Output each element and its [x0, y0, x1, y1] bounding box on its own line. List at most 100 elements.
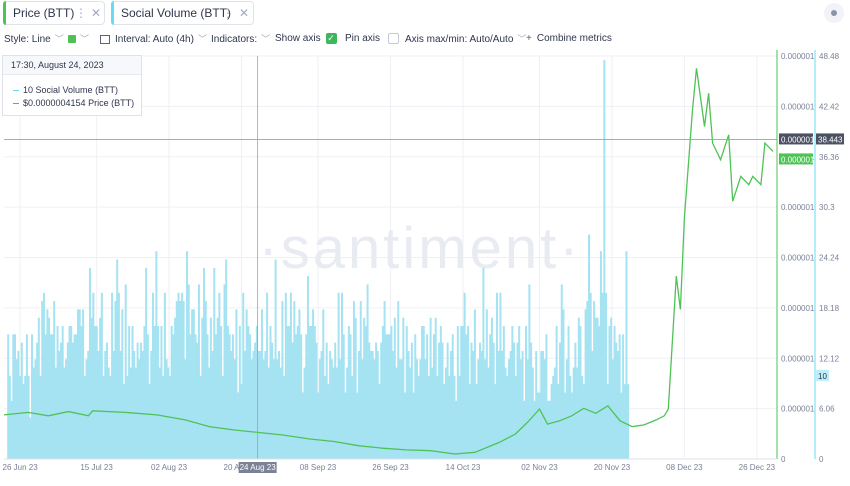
volume-bar	[153, 325, 156, 459]
volume-bar	[359, 301, 362, 459]
volume-bar	[325, 342, 328, 459]
volume-bar	[344, 392, 347, 459]
volume-bar	[208, 367, 211, 459]
volume-bar	[201, 317, 204, 459]
volume-bar	[61, 325, 64, 459]
volume-bar	[85, 359, 88, 459]
volume-bar	[141, 350, 144, 459]
volume-bar	[46, 309, 49, 459]
volume-bar	[213, 267, 216, 459]
volume-bar	[44, 334, 47, 459]
volume-bar	[146, 334, 149, 459]
volume-bar	[73, 334, 76, 459]
volume-bar	[83, 375, 86, 459]
volume-bar	[7, 334, 10, 459]
volume-bar	[414, 334, 417, 459]
volume-bar	[259, 350, 262, 459]
volume-bar	[102, 375, 105, 459]
volume-bar	[460, 325, 463, 459]
volume-bar	[24, 375, 27, 459]
volume-bar	[410, 342, 413, 459]
x-tick-label: 08 Sep 23	[300, 463, 337, 472]
volume-bar	[148, 384, 151, 459]
volume-bar	[36, 342, 39, 459]
volume-bar	[588, 234, 591, 459]
volume-bar	[34, 359, 37, 459]
volume-bar	[138, 359, 141, 459]
volume-bar	[351, 375, 354, 459]
volume-bar	[387, 334, 390, 459]
volume-bar	[358, 350, 361, 459]
volume-bar	[279, 367, 282, 459]
volume-bar	[415, 359, 418, 459]
volume-bar	[100, 292, 103, 459]
volume-bar	[608, 325, 611, 459]
volume-bar	[409, 367, 412, 459]
volume-bar	[550, 384, 553, 459]
volume-bar	[504, 367, 507, 459]
volume-bar	[238, 325, 241, 459]
volume-bar	[306, 276, 309, 459]
volume-bar	[533, 400, 536, 459]
volume-bar	[119, 350, 122, 459]
volume-bar	[443, 384, 446, 459]
volume-bar	[426, 334, 429, 459]
volume-bar	[560, 284, 563, 459]
volume-bar	[199, 375, 202, 459]
volume-bar	[22, 384, 25, 459]
volume-bar	[116, 259, 119, 459]
volume-bar	[484, 359, 487, 459]
volume-bar	[249, 334, 252, 459]
volume-bar	[232, 334, 235, 459]
volume-bar	[68, 325, 71, 459]
volume-bar	[444, 367, 447, 459]
volume-bar	[451, 334, 454, 459]
price-last-badge-label: 0.000001	[781, 155, 815, 164]
volume-bar	[569, 375, 572, 459]
volume-last-badge-label: 10	[818, 372, 827, 381]
volume-bar	[616, 350, 619, 459]
volume-bar	[536, 392, 539, 459]
volume-bar	[332, 367, 335, 459]
volume-bar	[618, 334, 621, 459]
volume-bar	[320, 350, 323, 459]
volume-bar	[613, 325, 616, 459]
volume-bar	[519, 359, 522, 459]
volume-bar	[189, 334, 192, 459]
volume-bar	[170, 325, 173, 459]
volume-bar	[606, 384, 609, 459]
volume-bar	[15, 359, 18, 459]
volume-bar	[327, 384, 330, 459]
volume-bar	[524, 325, 527, 459]
volume-bar	[20, 342, 23, 459]
volume-bar	[271, 342, 274, 459]
volume-bar	[528, 284, 531, 459]
volume-bar	[8, 375, 11, 459]
volume-bar	[31, 334, 34, 459]
volume-bar	[317, 392, 320, 459]
volume-bar	[42, 292, 45, 459]
volume-bar	[128, 325, 131, 459]
volume-bar	[434, 317, 437, 459]
volume-bar	[226, 325, 229, 459]
volume-bar	[117, 292, 120, 459]
volume-bar	[337, 292, 340, 459]
volume-bar	[48, 317, 51, 459]
volume-bar	[230, 350, 233, 459]
volume-bar	[242, 292, 245, 459]
volume-bar	[594, 317, 597, 459]
volume-bar	[368, 342, 371, 459]
volume-bar	[112, 350, 115, 459]
volume-bar	[151, 292, 154, 459]
volume-bar	[197, 284, 200, 459]
volume-bar	[627, 384, 630, 459]
volume-bar	[104, 350, 107, 459]
x-tick-label: 26 Jun 23	[3, 463, 39, 472]
volume-bar	[77, 309, 80, 459]
volume-bar	[507, 359, 510, 459]
volume-bar	[364, 325, 367, 459]
chart-tooltip: 17:30, August 24, 2023 10 Social Volume …	[2, 55, 142, 116]
volume-bar	[303, 367, 306, 459]
volume-bar	[586, 301, 589, 459]
volume-bar	[501, 350, 504, 459]
